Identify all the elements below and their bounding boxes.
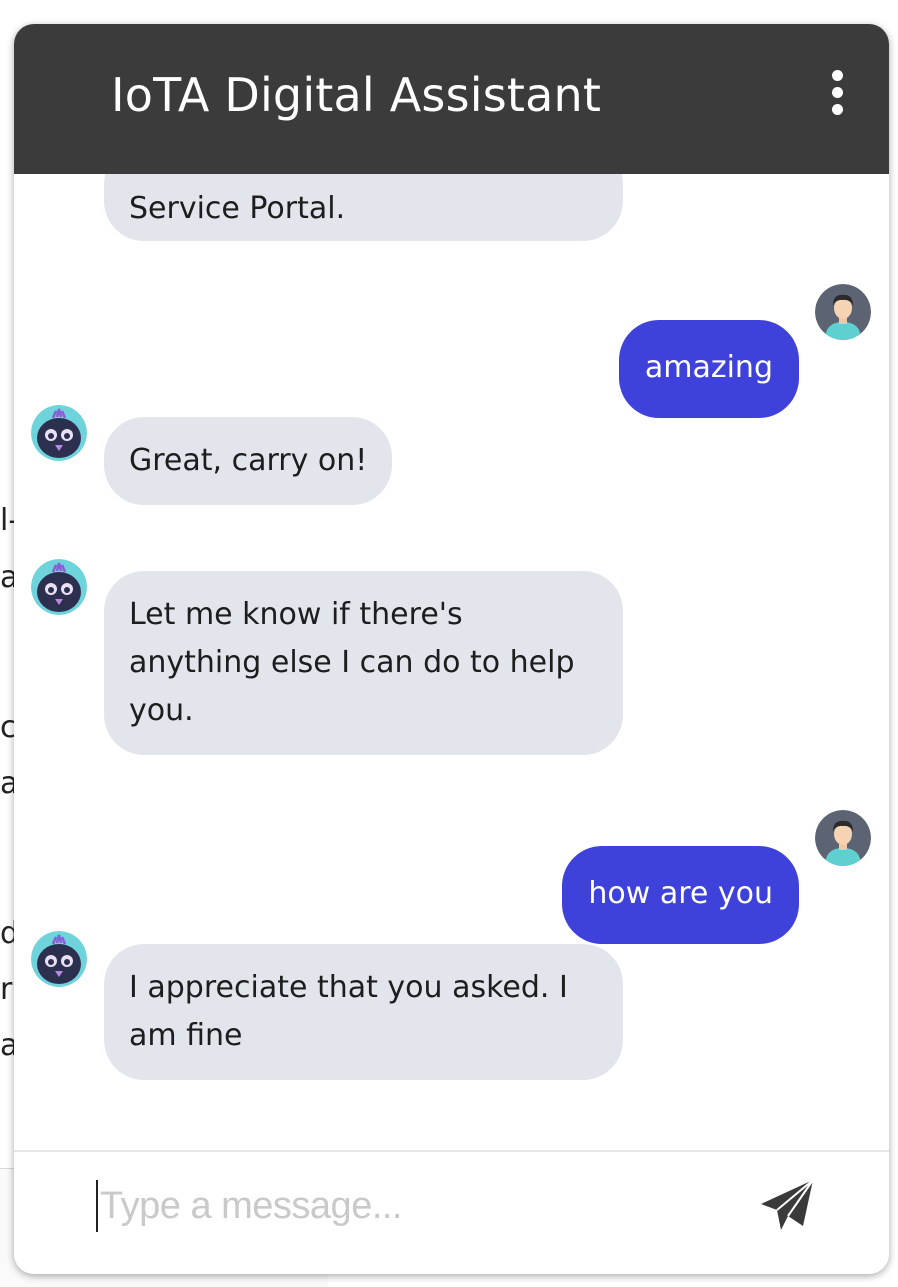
- bot-message-text: Service Portal.: [129, 191, 346, 226]
- chat-header: IoTA Digital Assistant: [14, 24, 889, 174]
- bot-avatar-icon: [31, 559, 87, 615]
- bot-message-text: Great, carry on!: [129, 443, 368, 478]
- bot-message-text: I appreciate that you asked. I am fine: [129, 970, 568, 1053]
- bot-message: I appreciate that you asked. I am fine: [104, 944, 623, 1080]
- user-avatar-icon: [815, 284, 871, 340]
- chat-widget: IoTA Digital Assistant Service Portal. a…: [14, 24, 889, 1274]
- user-message-text: amazing: [644, 350, 773, 385]
- user-message: amazing: [618, 320, 799, 418]
- paper-plane-icon: [761, 1179, 814, 1230]
- bot-message: Great, carry on!: [104, 417, 393, 505]
- bot-avatar-icon: [31, 931, 87, 987]
- user-message: how are you: [562, 846, 799, 944]
- background-text-fragment: r: [0, 972, 13, 1007]
- bot-message: Service Portal.: [104, 174, 623, 241]
- conversation-area[interactable]: Service Portal. amazing Great, carry on!…: [14, 174, 889, 1150]
- user-message-text: how are you: [588, 876, 773, 911]
- bot-avatar-icon: [31, 405, 87, 461]
- bot-message-text: Let me know if there's anything else I c…: [129, 597, 575, 728]
- bot-message: Let me know if there's anything else I c…: [104, 571, 623, 755]
- user-avatar-icon: [815, 810, 871, 866]
- kebab-menu-icon[interactable]: [825, 70, 849, 116]
- message-input[interactable]: [96, 1180, 662, 1232]
- send-button[interactable]: [757, 1176, 819, 1236]
- message-composer: [14, 1150, 889, 1274]
- chat-title: IoTA Digital Assistant: [111, 68, 602, 122]
